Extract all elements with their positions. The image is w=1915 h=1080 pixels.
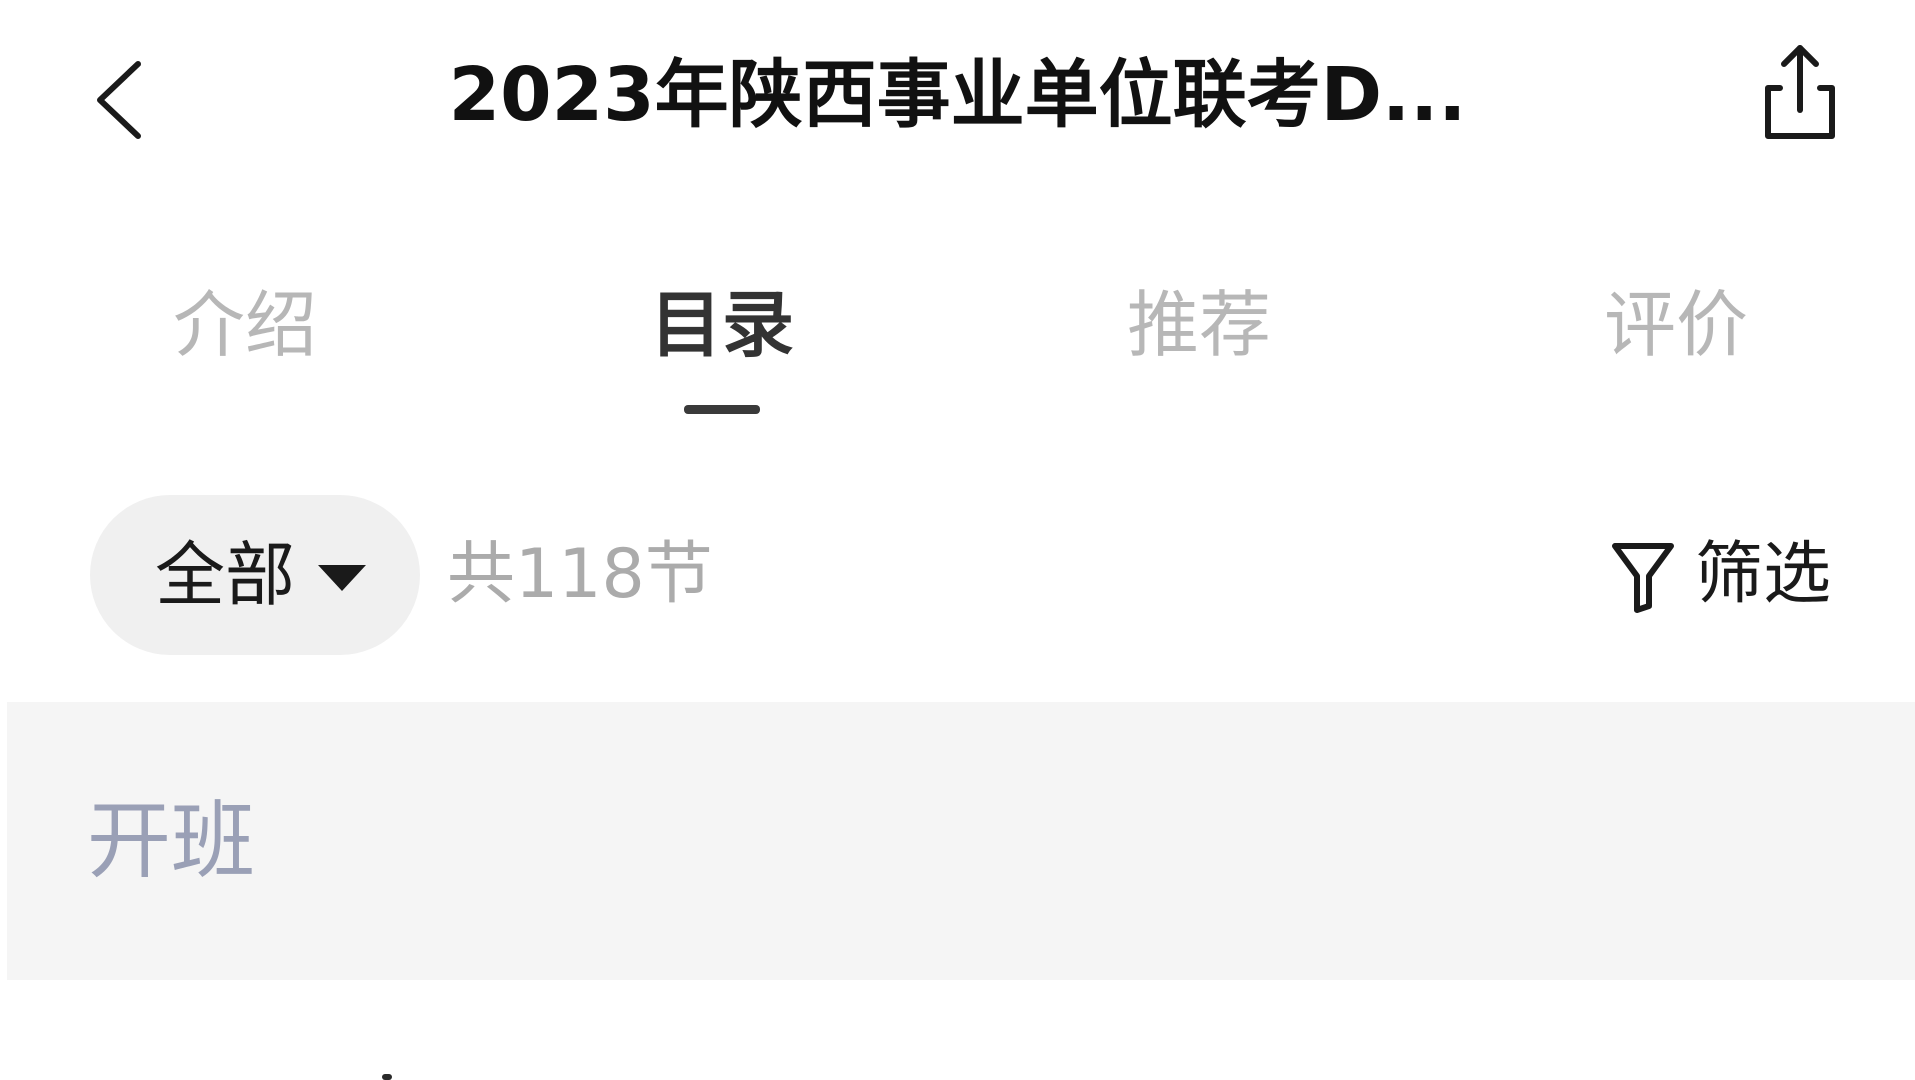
tab-catalog[interactable]: 目录	[572, 265, 872, 425]
scope-dropdown[interactable]: 全部	[90, 495, 420, 655]
tab-reviews[interactable]: 评价	[1526, 265, 1826, 425]
funnel-icon	[1612, 543, 1674, 613]
back-button[interactable]	[80, 50, 160, 150]
top-nav-bar: 2023年陕西事业单位联考D...	[0, 0, 1915, 190]
share-icon	[1765, 45, 1835, 139]
tab-label: 推荐	[1126, 283, 1271, 367]
active-tab-indicator	[684, 405, 760, 414]
page-title: 2023年陕西事业单位联考D...	[448, 52, 1467, 138]
tab-intro[interactable]: 介绍	[95, 265, 395, 425]
caret-down-icon	[318, 565, 366, 591]
share-button[interactable]	[1750, 40, 1850, 150]
row-text-fragment	[382, 1074, 392, 1080]
catalog-filter-bar: 全部 共118节 筛选	[0, 490, 1915, 660]
lesson-row[interactable]	[0, 980, 1915, 1080]
tab-label: 评价	[1603, 283, 1748, 367]
filter-button[interactable]: 筛选	[1610, 495, 1850, 655]
tab-label: 目录	[649, 283, 794, 367]
tab-label: 介绍	[172, 283, 317, 367]
tab-bar: 介绍 目录 推荐 评价	[0, 265, 1915, 425]
scope-label: 全部	[155, 534, 295, 616]
chapter-title: 开班	[87, 792, 256, 890]
tab-recommend[interactable]: 推荐	[1049, 265, 1349, 425]
chapter-header[interactable]: 开班	[7, 702, 1915, 980]
course-catalog-page: 2023年陕西事业单位联考D... 介绍 目录 推荐 评价 全部 共118节 筛…	[0, 0, 1915, 1080]
filter-label: 筛选	[1695, 535, 1832, 614]
lesson-count: 共118节	[447, 535, 713, 614]
chevron-left-icon	[97, 61, 141, 139]
